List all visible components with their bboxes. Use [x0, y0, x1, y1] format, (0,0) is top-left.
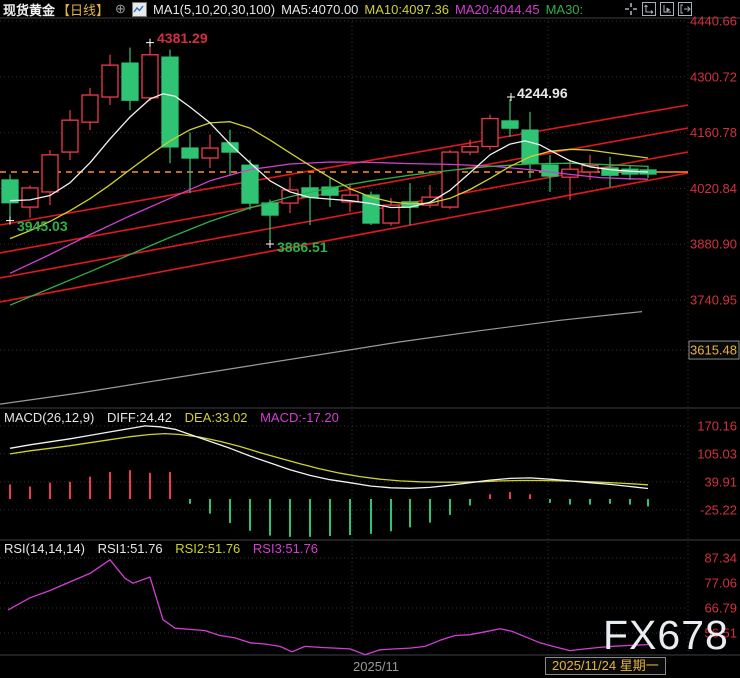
rsi1-value: RSI1:51.76 — [97, 541, 163, 556]
axis-play-icon[interactable] — [660, 2, 674, 16]
mini-chart-icon[interactable] — [131, 1, 147, 17]
xaxis-last-date-label: 2025/11/24 星期一 — [545, 657, 666, 675]
macd-axis-labels: 170.16 105.03 39.91 -25.22 — [697, 418, 737, 517]
svg-text:-25.22: -25.22 — [700, 502, 737, 517]
svg-text:3945.03: 3945.03 — [17, 218, 68, 234]
svg-text:4020.84: 4020.84 — [690, 181, 737, 196]
xaxis-month-label: 2025/11 — [353, 659, 400, 674]
svg-text:4160.78: 4160.78 — [690, 125, 737, 140]
rsi-name: RSI(14,14,14) — [4, 541, 85, 556]
svg-text:3615.48: 3615.48 — [690, 343, 737, 358]
svg-text:4244.96: 4244.96 — [517, 85, 568, 101]
rsi2-value: RSI2:51.76 — [175, 541, 241, 556]
svg-text:87.34: 87.34 — [704, 551, 737, 566]
fx678-watermark: FX678 — [603, 612, 729, 658]
ma20-value: MA20:4044.45 — [455, 1, 540, 17]
add-indicator-icon[interactable]: ⊕ — [115, 1, 126, 17]
price-chart-canvas[interactable]: 4381.294244.963945.033886.514440.664300.… — [0, 0, 740, 678]
pane-expand-icon[interactable] — [678, 2, 692, 16]
svg-text:3880.90: 3880.90 — [690, 237, 737, 252]
ma5-value: MA5:4070.00 — [281, 1, 359, 17]
rsi-indicator-row: RSI(14,14,14) RSI1:51.76 RSI2:51.76 RSI3… — [4, 541, 327, 556]
gridlines — [0, 18, 689, 655]
macd-diff-value: DIFF:24.42 — [106, 410, 172, 425]
ma10-value: MA10:4097.36 — [364, 1, 449, 17]
panel-separators — [0, 17, 740, 656]
macd-indicator-row: MACD(26,12,9) DIFF:24.42 DEA:33.02 MACD:… — [4, 410, 348, 425]
trading-app-window: 4381.29 4244.96 3945.03 3886.51 4440.66 4300.… — [0, 0, 740, 678]
candlesticks — [1, 44, 657, 242]
axis-scale-icon[interactable] — [642, 2, 656, 16]
trendlines — [0, 104, 689, 303]
rsi-line — [7, 559, 649, 656]
chart-header: 现货黄金 【日线】 ⊕ MA1(5,10,20,30,100) MA5:4070.… — [0, 0, 740, 18]
svg-text:3886.51: 3886.51 — [277, 239, 328, 255]
header-toolbar — [624, 2, 692, 16]
macd-name: MACD(26,12,9) — [4, 410, 95, 425]
ma100-line — [0, 311, 643, 405]
ma30-value: MA30: — [545, 1, 584, 17]
ma10-line — [9, 121, 649, 240]
svg-text:105.03: 105.03 — [697, 446, 737, 461]
macd-value: MACD:-17.20 — [260, 410, 339, 425]
macd-dea-value: DEA:33.02 — [184, 410, 248, 425]
rsi3-value: RSI3:51.76 — [252, 541, 318, 556]
price-axis-labels: 4440.664300.724160.784020.843880.903740.… — [688, 14, 740, 360]
period-label: 【日线】 — [57, 2, 110, 18]
svg-text:4381.29: 4381.29 — [157, 30, 208, 46]
svg-text:170.16: 170.16 — [697, 418, 737, 433]
ma-group-label: MA1(5,10,20,30,100) — [152, 1, 276, 17]
svg-text:39.91: 39.91 — [704, 474, 737, 489]
symbol-title: 现货黄金 — [3, 2, 56, 18]
svg-text:77.06: 77.06 — [704, 576, 737, 591]
svg-text:4300.72: 4300.72 — [690, 69, 737, 84]
crosshair-icon[interactable] — [624, 2, 638, 16]
svg-text:3740.95: 3740.95 — [690, 293, 737, 308]
